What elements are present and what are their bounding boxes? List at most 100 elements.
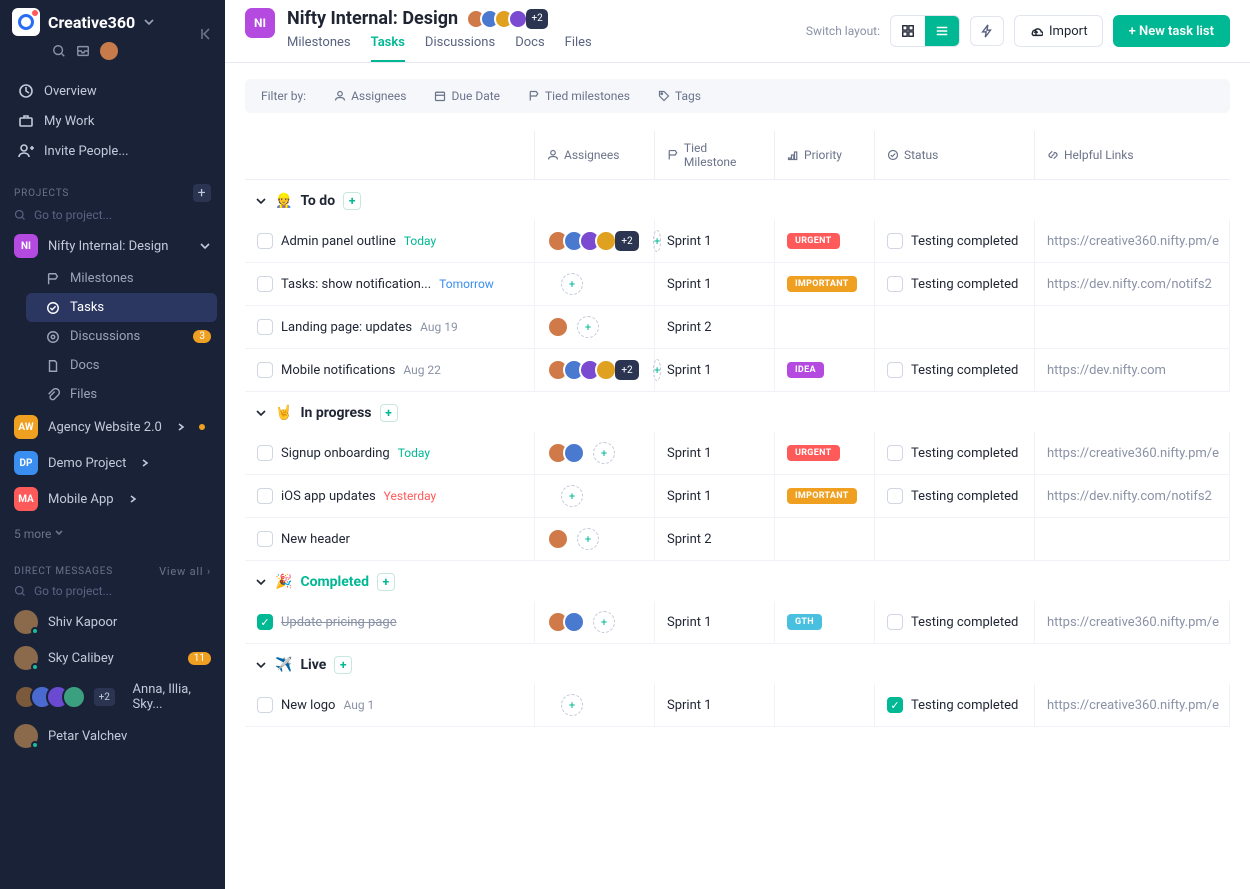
nav-invite[interactable]: Invite People... (8, 136, 217, 166)
milestone: Sprint 2 (655, 518, 775, 560)
add-assignee-button[interactable]: + (561, 694, 583, 716)
status-checkbox[interactable] (887, 488, 903, 504)
task-row[interactable]: iOS app updatesYesterday+Sprint 1IMPORTA… (245, 475, 1230, 518)
helpful-link[interactable]: https://dev.nifty.com (1035, 349, 1230, 391)
dm-item[interactable]: Shiv Kapoor (0, 604, 225, 640)
tab-discussions[interactable]: Discussions (425, 35, 495, 62)
dm-item[interactable]: Sky Calibey11 (0, 640, 225, 676)
assignee-avatars (547, 316, 563, 338)
helpful-link[interactable]: https://dev.nifty.com/notifs2 (1035, 263, 1230, 305)
subnav-files[interactable]: Files (18, 380, 225, 409)
helpful-link[interactable]: https://dev.nifty.com/notifs2 (1035, 475, 1230, 517)
dm-item[interactable]: +2Anna, Illia, Sky... (0, 676, 225, 718)
project-demo[interactable]: DPDemo Project (0, 445, 225, 481)
filter-tags[interactable]: Tags (658, 89, 701, 103)
goto-project[interactable]: Go to project... (0, 208, 225, 228)
helpful-link[interactable]: https://creative360.nifty.pm/e (1035, 601, 1230, 643)
dm-viewall[interactable]: View all › (159, 565, 211, 578)
layout-list-button[interactable] (925, 16, 959, 46)
subnav-discussions[interactable]: Discussions3 (18, 322, 225, 351)
task-checkbox[interactable] (257, 276, 273, 292)
helpful-link[interactable]: https://creative360.nifty.pm/e (1035, 220, 1230, 262)
new-task-list-button[interactable]: + New task list (1113, 15, 1230, 47)
user-avatar[interactable] (100, 42, 118, 60)
inbox-icon[interactable] (76, 44, 90, 58)
add-assignee-button[interactable]: + (561, 485, 583, 507)
add-task-button[interactable]: + (334, 656, 352, 674)
tab-tasks[interactable]: Tasks (371, 35, 405, 62)
task-checkbox[interactable] (257, 697, 273, 713)
task-row[interactable]: New logoAug 1+Sprint 1Testing completedh… (245, 684, 1230, 727)
status-checkbox[interactable] (887, 445, 903, 461)
more-projects[interactable]: 5 more (0, 517, 225, 551)
filter-due-date[interactable]: Due Date (434, 89, 500, 103)
automation-button[interactable] (970, 16, 1004, 46)
helpful-link[interactable]: https://creative360.nifty.pm/e (1035, 684, 1230, 726)
status-icon (887, 149, 899, 161)
status-checkbox[interactable] (887, 233, 903, 249)
helpful-link[interactable]: https://creative360.nifty.pm/e (1035, 432, 1230, 474)
group-header[interactable]: ✈️Live+ (245, 644, 1230, 684)
task-row[interactable]: Admin panel outlineToday+2+Sprint 1URGEN… (245, 220, 1230, 263)
add-task-button[interactable]: + (343, 192, 361, 210)
project-nifty-internal[interactable]: NINifty Internal: Design (0, 228, 225, 264)
status-checkbox[interactable] (887, 614, 903, 630)
group-header[interactable]: 🤘In progress+ (245, 392, 1230, 432)
unread-dot (199, 424, 205, 430)
task-row[interactable]: Mobile notificationsAug 22+2+Sprint 1IDE… (245, 349, 1230, 392)
status-checkbox[interactable] (887, 697, 903, 713)
task-checkbox[interactable] (257, 445, 273, 461)
helpful-link[interactable] (1035, 518, 1230, 560)
task-row[interactable]: Signup onboardingToday+Sprint 1URGENTTes… (245, 432, 1230, 475)
task-checkbox[interactable] (257, 531, 273, 547)
helpful-link[interactable] (1035, 306, 1230, 348)
task-checkbox[interactable] (257, 614, 273, 630)
priority-badge: IMPORTANT (787, 276, 857, 292)
add-task-button[interactable]: + (380, 404, 398, 422)
task-checkbox[interactable] (257, 233, 273, 249)
layout-board-button[interactable] (891, 16, 925, 46)
group-header[interactable]: 🎉Completed+ (245, 561, 1230, 601)
project-mobile-app[interactable]: MAMobile App (0, 481, 225, 517)
subnav-tasks[interactable]: Tasks (26, 293, 217, 322)
group-header[interactable]: 👷To do+ (245, 180, 1230, 220)
bolt-icon (980, 24, 994, 38)
add-assignee-button[interactable]: + (561, 273, 583, 295)
tab-files[interactable]: Files (565, 35, 592, 62)
task-row[interactable]: New header+Sprint 2 (245, 518, 1230, 561)
subnav-docs[interactable]: Docs (18, 351, 225, 380)
add-assignee-button[interactable]: + (577, 316, 599, 338)
tab-milestones[interactable]: Milestones (287, 35, 351, 62)
collapse-sidebar-icon[interactable] (199, 26, 215, 42)
add-task-button[interactable]: + (377, 573, 395, 591)
task-checkbox[interactable] (257, 362, 273, 378)
chevron-right-icon (140, 458, 150, 468)
filter-assignees[interactable]: Assignees (334, 89, 406, 103)
tab-docs[interactable]: Docs (515, 35, 544, 62)
task-row[interactable]: Landing page: updatesAug 19+Sprint 2 (245, 306, 1230, 349)
subnav-milestones[interactable]: Milestones (18, 264, 225, 293)
filter-tied-milestones[interactable]: Tied milestones (528, 89, 630, 103)
add-assignee-button[interactable]: + (577, 528, 599, 550)
add-assignee-button[interactable]: + (593, 611, 615, 633)
nav-overview[interactable]: Overview (8, 76, 217, 106)
goto-dm[interactable]: Go to project... (0, 584, 225, 604)
task-checkbox[interactable] (257, 319, 273, 335)
add-assignee-button[interactable]: + (593, 442, 615, 464)
nav-mywork[interactable]: My Work (8, 106, 217, 136)
task-row[interactable]: Update pricing page+Sprint 1GTHTesting c… (245, 601, 1230, 644)
project-agency-website[interactable]: AWAgency Website 2.0 (0, 409, 225, 445)
project-members[interactable]: +2 (466, 9, 548, 29)
dm-item[interactable]: Petar Valchev (0, 718, 225, 754)
status-checkbox[interactable] (887, 276, 903, 292)
cloud-icon (1029, 24, 1043, 38)
add-project-button[interactable]: + (193, 184, 211, 202)
due-date: Today (398, 446, 430, 460)
task-checkbox[interactable] (257, 488, 273, 504)
chevron-down-icon (199, 240, 211, 252)
search-icon[interactable] (52, 44, 66, 58)
workspace-switcher[interactable]: Creative360 (12, 8, 213, 36)
import-button[interactable]: Import (1014, 15, 1103, 47)
status-checkbox[interactable] (887, 362, 903, 378)
task-row[interactable]: Tasks: show notification...Tomorrow+Spri… (245, 263, 1230, 306)
